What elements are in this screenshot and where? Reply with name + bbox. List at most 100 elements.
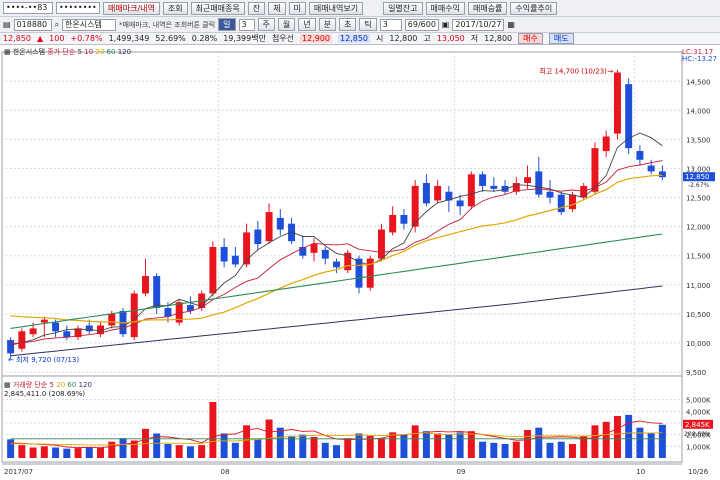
period-day-button[interactable]: 일 [218, 18, 236, 31]
volume-bar [7, 439, 15, 458]
volume-bar [557, 441, 565, 458]
count-field[interactable]: 3 [379, 18, 402, 31]
volume-bar [647, 433, 655, 458]
stock-name-label: 한온시스템 [12, 48, 46, 56]
volume-bar [209, 402, 217, 458]
volume-bar [613, 416, 621, 458]
volume-bar [198, 445, 206, 458]
candle-body [490, 185, 498, 189]
password-field[interactable]: •••••••• [56, 2, 100, 14]
x-tick-label: 10 [636, 468, 645, 476]
candle-body [40, 319, 48, 323]
price-tick-label: 14,000 [686, 107, 711, 115]
volume-tick-label: 4,000K [686, 408, 711, 416]
candle-body [310, 244, 318, 253]
menu-icon[interactable]: ▤ [3, 20, 11, 29]
ma20-label: 20 [95, 48, 105, 56]
period-year-button[interactable]: 년 [298, 18, 316, 31]
recent-trades-button[interactable]: 최근매매종목 [190, 1, 245, 15]
volume-bar [512, 441, 520, 458]
up-arrow-icon: ▲ [37, 34, 44, 43]
volume-bar [299, 434, 307, 458]
ticker-bar: 12,850 ▲ 100 +0.78% 1,499,349 52.69% 0.2… [0, 33, 720, 45]
candle-body [546, 191, 554, 198]
volume-bar [445, 434, 453, 458]
inquiry-button[interactable]: 조회 [162, 1, 188, 15]
sell-button[interactable]: 매도 [548, 33, 574, 44]
volume-bar [254, 439, 262, 458]
search-icon[interactable]: ⌕ [55, 20, 59, 30]
volume-bar [40, 446, 48, 458]
volume-bar [29, 447, 37, 458]
trade-profit-button[interactable]: 매매수익 [425, 1, 465, 15]
hint-text: *매매마크, 내역은 조회버튼 클릭 [119, 20, 216, 29]
volume-bar [52, 447, 60, 458]
calendar-icon[interactable]: ▦ [507, 20, 515, 29]
candle-body [568, 194, 576, 210]
trade-value: 19,399백만 [223, 34, 266, 43]
low-price: 12,800 [484, 34, 513, 43]
candle-body [613, 72, 621, 134]
trade-history-view-button[interactable]: 매매내역보기 [308, 1, 364, 15]
volume-value-label: 2,845,411.0 (208.69%) [4, 390, 86, 398]
period-minute-button[interactable]: 분 [318, 18, 337, 31]
stock-chart[interactable]: 14,50014,00013,50013,00012,50012,00011,5… [0, 45, 720, 480]
volume-bar [490, 442, 498, 458]
win-rate-button[interactable]: 매매승률 [467, 1, 508, 15]
daily-balance-button[interactable]: 일별잔고 [383, 1, 423, 15]
volume-bar [175, 445, 183, 458]
trade-mark-history-button[interactable]: 매매마크/내역 [103, 1, 160, 15]
unfilled-button[interactable]: 미 [288, 1, 306, 15]
candle-body [7, 340, 15, 354]
candle-body [535, 171, 543, 195]
volume-bar [74, 448, 82, 458]
current-volume-tag: 2,845K [685, 421, 710, 429]
volume-ratio-label: 208.69% [684, 431, 711, 438]
period-month-button[interactable]: 월 [277, 18, 296, 31]
volume-bar [119, 438, 127, 458]
price-tick-label: 11,500 [686, 253, 711, 261]
high-label: 고 [423, 34, 431, 43]
candle-body [209, 246, 217, 294]
executed-button[interactable]: 체 [268, 1, 286, 15]
vol-ma120-label: 120 [78, 381, 92, 389]
return-trend-button[interactable]: 수익률추이 [510, 1, 558, 15]
hc-label: HC:-13.27 [682, 55, 717, 63]
account-toolbar: ••••-••83 •••••••• 매매마크/내역 조회 최근매매종목 잔 체… [0, 0, 720, 17]
candle-body [276, 217, 284, 230]
stock-name-field[interactable]: 한온시스템 [62, 18, 117, 31]
x-tick-label: 09 [456, 468, 465, 476]
volume-bar [276, 427, 284, 458]
volume-bar [186, 446, 194, 458]
x-tick-label: 2017/07 [4, 468, 33, 476]
date-field[interactable]: 2017/10/27 [452, 18, 505, 31]
open-label: 시 [376, 34, 384, 43]
balance-button[interactable]: 잔 [247, 1, 266, 15]
high-price: 13,050 [436, 34, 465, 43]
price-tick-label: 12,000 [686, 224, 711, 232]
volume-settings-icon[interactable]: ▦ [4, 381, 11, 389]
account-number-field[interactable]: ••••-••83 [3, 2, 53, 14]
vol-ma5-label: 5 [49, 381, 55, 389]
period-number-field[interactable]: 3 [238, 18, 255, 31]
stock-code-field[interactable]: 018880 [13, 18, 52, 31]
candle-body [85, 325, 93, 332]
volume-bar [591, 425, 599, 458]
current-price-tag: 12,850 [685, 173, 710, 181]
volume-bar [344, 438, 352, 458]
price-change: 100 [49, 34, 65, 43]
period-week-button[interactable]: 주 [257, 18, 275, 31]
turnover-rate: 0.28% [191, 34, 218, 43]
volume-bar [422, 431, 430, 458]
page-field[interactable]: 69/600 [404, 18, 439, 31]
lock-icon[interactable]: ▣ [442, 20, 450, 29]
buy-button[interactable]: 매수 [518, 33, 543, 44]
period-second-button[interactable]: 초 [339, 18, 357, 31]
chart-settings-icon[interactable]: ▦ [4, 48, 11, 56]
volume-tick-label: 5,000K [686, 397, 711, 405]
candle-body [602, 136, 610, 152]
price-legend: ▦ 한온시스템 종가 단순 5 10 20 60 120 [4, 47, 131, 57]
volume-bar [310, 437, 318, 458]
ma120-label: 120 [117, 48, 132, 56]
period-tick-button[interactable]: 틱 [359, 18, 377, 31]
